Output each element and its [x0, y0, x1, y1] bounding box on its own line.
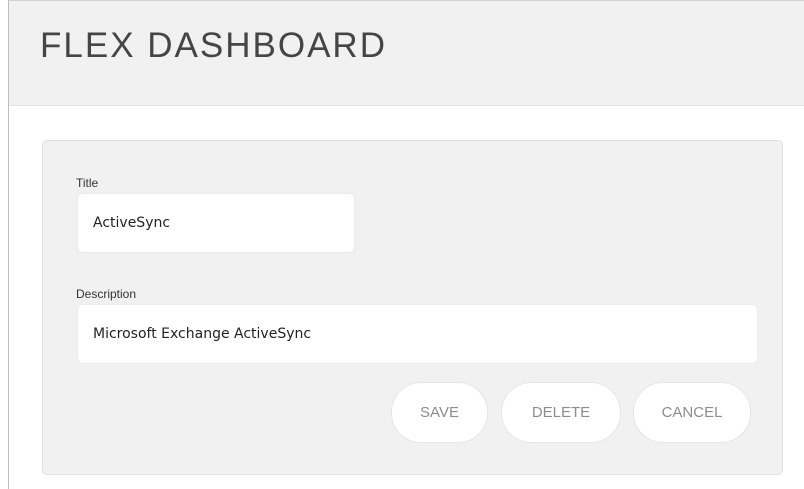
description-input[interactable] [77, 304, 758, 364]
edit-form-panel: Title Description SAVE DELETE CANCEL [42, 140, 783, 475]
save-button[interactable]: SAVE [391, 382, 488, 443]
app-frame: FLEX DASHBOARD Title Description SAVE DE… [8, 0, 804, 489]
title-field-label: Title [76, 176, 99, 190]
page-header: FLEX DASHBOARD [9, 1, 804, 106]
description-field-label: Description [76, 287, 137, 301]
delete-button[interactable]: DELETE [501, 382, 621, 443]
title-input[interactable] [77, 193, 355, 253]
page-title: FLEX DASHBOARD [40, 26, 387, 65]
cancel-button[interactable]: CANCEL [633, 382, 751, 443]
